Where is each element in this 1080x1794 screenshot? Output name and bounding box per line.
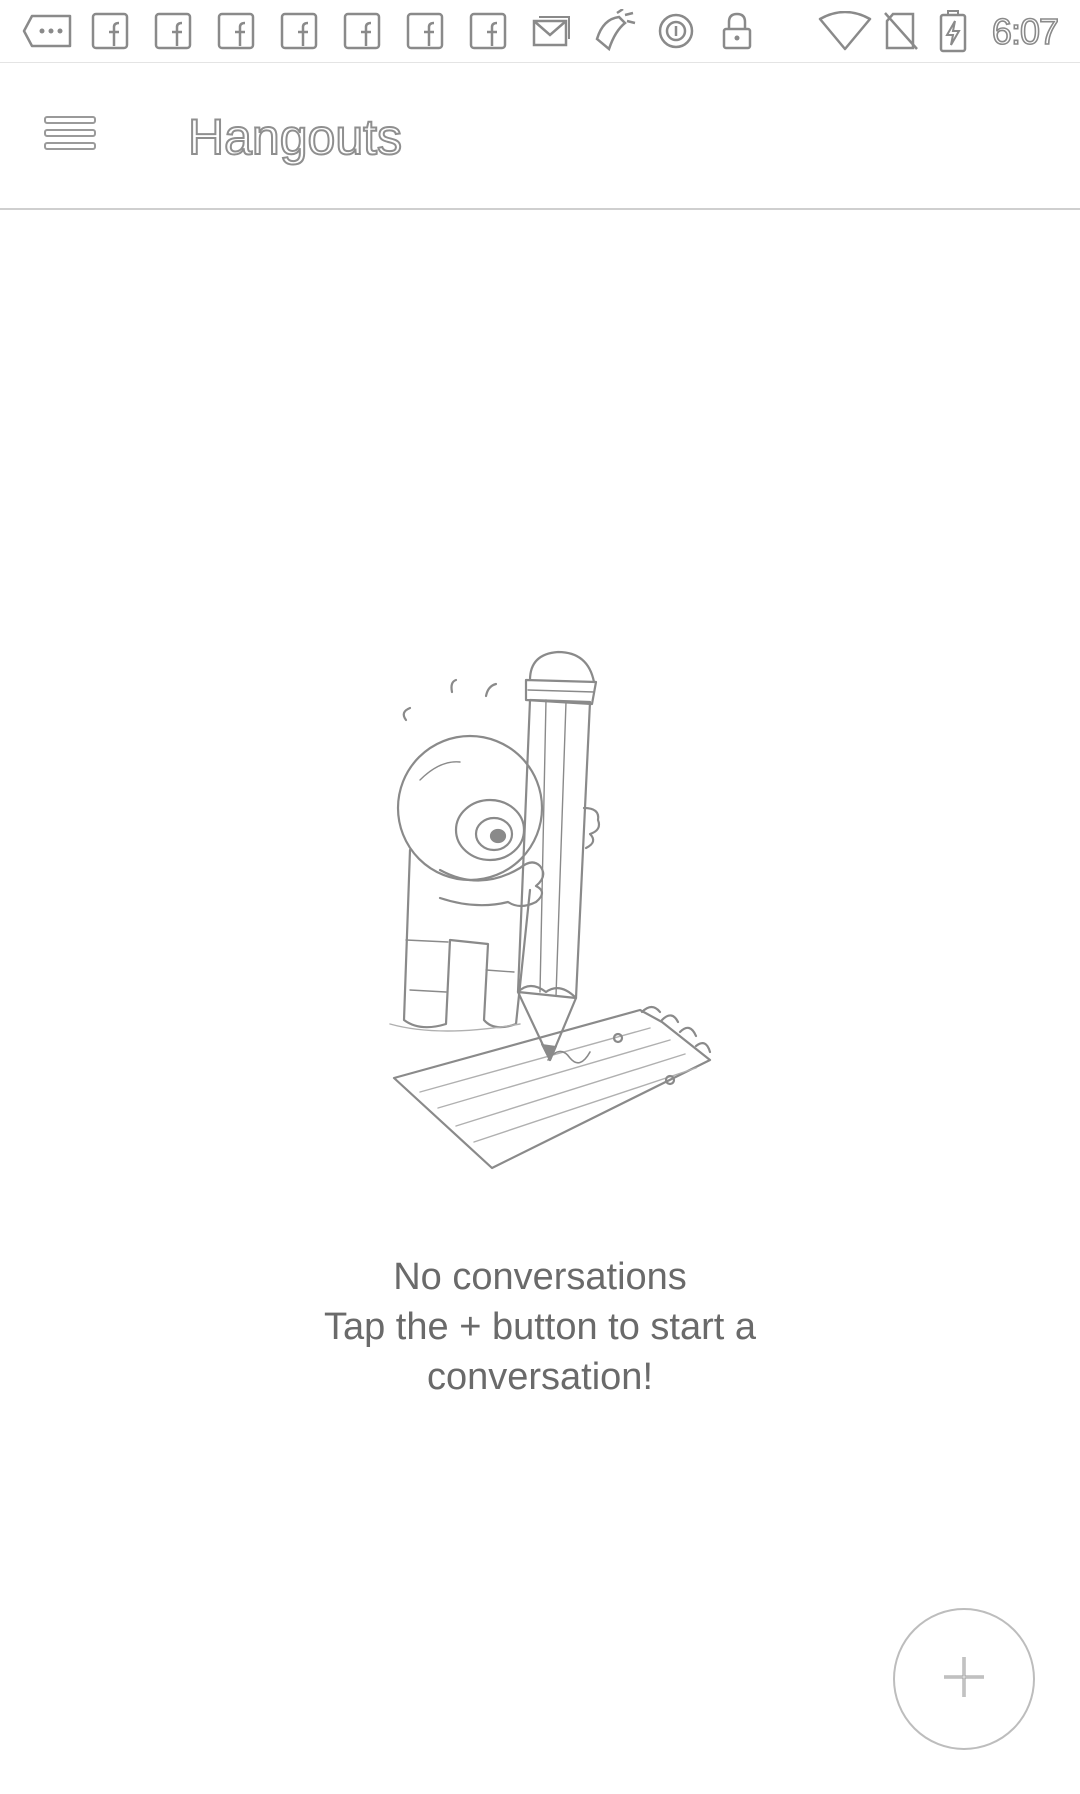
battery-charging-icon (936, 10, 970, 53)
empty-state-line-1: Tap the + button to start a (323, 1306, 756, 1348)
plus-icon (940, 1653, 988, 1706)
facebook-icon (153, 10, 193, 52)
no-sim-icon (882, 10, 920, 52)
facebook-icon (279, 10, 319, 52)
empty-state-message: No conversations Tap the + button to sta… (190, 1252, 890, 1402)
messages-more-icon (22, 10, 74, 52)
app-notification-icon (588, 9, 638, 52)
facebook-icon (216, 10, 256, 52)
app-title: Hangouts (187, 108, 403, 166)
lock-icon (718, 10, 756, 52)
empty-state-line-2: conversation! (426, 1356, 653, 1398)
wifi-icon (818, 10, 872, 52)
clock-time: 6:07 (991, 10, 1060, 53)
facebook-icon (90, 10, 130, 52)
hamburger-menu-icon[interactable] (40, 111, 100, 161)
data-saver-icon (655, 10, 697, 52)
empty-state-title: No conversations (393, 1256, 687, 1298)
facebook-icon (405, 10, 445, 52)
status-bar: 6:07 (0, 0, 1080, 63)
email-icon (530, 10, 572, 52)
facebook-icon (468, 10, 508, 52)
pencil-character-illustration (380, 640, 780, 1180)
app-bar: Hangouts (0, 63, 1080, 210)
facebook-icon (342, 10, 382, 52)
new-conversation-button[interactable] (893, 1608, 1035, 1750)
